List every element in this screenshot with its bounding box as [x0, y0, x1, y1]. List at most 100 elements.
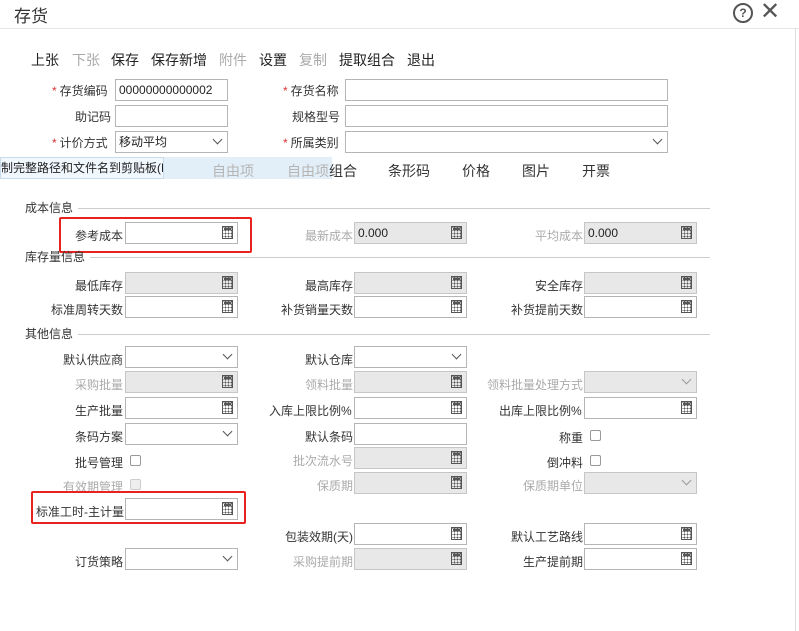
calculator-icon[interactable]: [681, 276, 692, 289]
min-stock-input[interactable]: [125, 272, 238, 294]
purchase-lead-input[interactable]: [354, 548, 467, 570]
prev-button[interactable]: 上张: [31, 50, 59, 70]
save-new-button[interactable]: 保存新增: [151, 50, 207, 70]
exit-button[interactable]: 退出: [407, 50, 435, 70]
tab-image[interactable]: 图片: [522, 161, 550, 181]
calculator-icon[interactable]: [681, 527, 692, 540]
save-button[interactable]: 保存: [111, 50, 139, 70]
calculator-icon[interactable]: [681, 226, 692, 239]
chevron-down-icon: [212, 134, 223, 145]
spec-input[interactable]: [345, 105, 668, 127]
calculator-icon[interactable]: [451, 276, 462, 289]
copy-button[interactable]: 复制: [299, 50, 327, 70]
chevron-down-icon: [652, 134, 663, 145]
settings-button[interactable]: 设置: [259, 50, 287, 70]
turnover-days-input[interactable]: [125, 296, 238, 318]
out-limit-input[interactable]: [584, 397, 697, 419]
latest-cost-input[interactable]: 0.000: [354, 222, 467, 244]
prod-batch-input[interactable]: [125, 397, 238, 419]
pack-days-input[interactable]: [354, 523, 467, 545]
shelf-unit-select[interactable]: [584, 472, 697, 494]
attachment-button[interactable]: 附件: [219, 50, 247, 70]
default-barcode-input[interactable]: [354, 423, 467, 445]
window-edge: [795, 28, 796, 631]
window-title: 存货: [14, 7, 48, 26]
lot-seq-label: 批次流水号: [293, 454, 354, 468]
lot-checkbox[interactable]: [130, 455, 141, 466]
calculator-icon[interactable]: [451, 300, 462, 313]
latest-cost-label: 最新成本: [305, 229, 354, 243]
chevron-down-icon: [681, 475, 692, 486]
pick-batch-mode-select[interactable]: [584, 371, 697, 393]
calculator-icon[interactable]: [681, 300, 692, 313]
section-other-title: 其他信息: [25, 327, 74, 341]
highlight-box: [59, 217, 252, 253]
calculator-icon[interactable]: [222, 375, 233, 388]
category-label: * 所属类别: [283, 136, 339, 150]
calculator-icon[interactable]: [451, 226, 462, 239]
highlight-box: [31, 491, 246, 524]
lead-days-input[interactable]: [584, 296, 697, 318]
weigh-checkbox[interactable]: [590, 430, 601, 441]
help-icon[interactable]: ?: [733, 3, 753, 23]
shelf-life-label: 保质期: [317, 479, 354, 493]
pick-batch-input[interactable]: [354, 371, 467, 393]
chevron-down-icon: [451, 349, 462, 360]
barcode-scheme-select[interactable]: [125, 423, 238, 445]
calculator-icon[interactable]: [451, 527, 462, 540]
next-button[interactable]: 下张: [72, 50, 100, 70]
category-select[interactable]: [345, 131, 668, 153]
mnemonic-input[interactable]: [115, 105, 228, 127]
backflush-checkbox[interactable]: [590, 455, 601, 466]
chevron-down-icon: [222, 551, 233, 562]
name-input[interactable]: [345, 79, 668, 101]
name-label: * 存货名称: [283, 84, 339, 98]
tab-invoice[interactable]: 开票: [582, 161, 610, 181]
calculator-icon[interactable]: [451, 401, 462, 414]
out-limit-label: 出库上限比例%: [499, 404, 582, 418]
lot-seq-input[interactable]: [354, 447, 467, 469]
chevron-down-icon: [222, 349, 233, 360]
calculator-icon[interactable]: [222, 300, 233, 313]
purchase-batch-input[interactable]: [125, 371, 238, 393]
prod-lead-input[interactable]: [584, 548, 697, 570]
tab-barcode[interactable]: 条形码: [388, 161, 430, 181]
safe-stock-input[interactable]: [584, 272, 697, 294]
tab-free-item-2[interactable]: 自由项: [287, 161, 329, 181]
pack-days-label: 包装效期(天): [285, 530, 353, 544]
default-barcode-label: 默认条码: [305, 430, 354, 444]
min-stock-label: 最低库存: [75, 279, 124, 293]
calculator-icon[interactable]: [451, 451, 462, 464]
shelf-life-input[interactable]: [354, 472, 467, 494]
calculator-icon[interactable]: [451, 375, 462, 388]
max-stock-input[interactable]: [354, 272, 467, 294]
route-input[interactable]: [584, 523, 697, 545]
calculator-icon[interactable]: [222, 401, 233, 414]
supplier-select[interactable]: [125, 346, 238, 368]
replenish-days-input[interactable]: [354, 296, 467, 318]
warehouse-select[interactable]: [354, 346, 467, 368]
tab-free-item-1[interactable]: 自由项: [212, 161, 254, 181]
expiry-checkbox[interactable]: [130, 479, 141, 490]
costing-select[interactable]: 移动平均: [115, 131, 228, 153]
pick-batch-label: 领料批量: [305, 378, 354, 392]
pick-batch-mode-label: 领料批量处理方式: [487, 378, 584, 392]
in-limit-input[interactable]: [354, 397, 467, 419]
purchase-batch-label: 采购批量: [75, 378, 124, 392]
extract-combo-button[interactable]: 提取组合: [339, 50, 395, 70]
section-divider: [78, 334, 710, 335]
tab-combination[interactable]: 组合: [329, 161, 357, 181]
avg-cost-input[interactable]: 0.000: [584, 222, 697, 244]
calculator-icon[interactable]: [451, 476, 462, 489]
calculator-icon[interactable]: [681, 401, 692, 414]
calculator-icon[interactable]: [451, 552, 462, 565]
calculator-icon[interactable]: [681, 552, 692, 565]
code-label: * 存货编码: [52, 84, 108, 98]
calculator-icon[interactable]: [222, 276, 233, 289]
avg-cost-label: 平均成本: [535, 229, 584, 243]
tab-price[interactable]: 价格: [462, 161, 490, 181]
order-policy-select[interactable]: [125, 548, 238, 570]
code-input[interactable]: 00000000000002: [115, 79, 228, 101]
close-icon[interactable]: ✕: [760, 0, 780, 26]
order-policy-label: 订货策略: [75, 555, 124, 569]
